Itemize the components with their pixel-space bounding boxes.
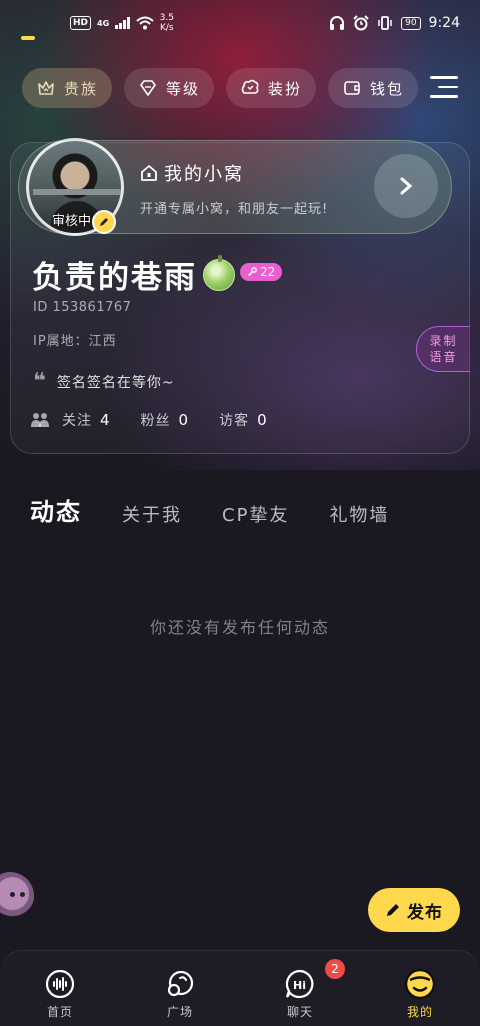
publish-button[interactable]: 发布: [368, 888, 460, 932]
record-voice-button[interactable]: 录制 语音: [416, 326, 470, 372]
crown-icon: [38, 81, 54, 95]
speed-unit: K/s: [160, 23, 174, 33]
empty-state-text: 你还没有发布任何动态: [149, 618, 330, 637]
nav-home[interactable]: 首页: [0, 951, 120, 1026]
fans-count[interactable]: 0: [179, 411, 190, 429]
content-tabs: 动态 关于我 CP挚友 礼物墙: [30, 492, 429, 527]
following-count[interactable]: 4: [100, 411, 111, 429]
level-badge[interactable]: 22: [240, 263, 283, 281]
chevron-right-icon: [400, 177, 413, 195]
username-row: 负责的巷雨: [32, 252, 235, 297]
visitors-label[interactable]: 访客: [219, 410, 249, 430]
alarm-icon: [353, 15, 369, 31]
bottom-nav: 首页 广场 Hi 2 聊天 我的: [0, 950, 480, 1026]
pencil-icon: [100, 218, 108, 226]
tab-about-me[interactable]: 关于我: [122, 501, 182, 527]
nobility-label: 贵族: [64, 79, 99, 98]
level-value: 22: [260, 265, 276, 279]
nest-title: 我的小窝: [164, 164, 244, 185]
melon-icon: [203, 254, 235, 291]
quote-icon: ❝: [33, 369, 47, 394]
review-status: 审核中: [52, 214, 92, 229]
nav-chat[interactable]: Hi 2 聊天: [240, 951, 360, 1026]
house-icon: [141, 165, 157, 181]
nest-title-row: 我的小窝: [140, 160, 244, 186]
menu-icon[interactable]: [430, 76, 458, 100]
network-speed: 3.5 K/s: [160, 13, 174, 33]
profile-face-icon: [403, 967, 437, 1001]
edit-avatar-button[interactable]: [92, 210, 116, 234]
chat-hi-icon: Hi 2: [283, 959, 345, 1001]
tab-cp-friends[interactable]: CP挚友: [222, 501, 289, 527]
nav-chat-label: 聊天: [286, 1005, 313, 1019]
fans-label[interactable]: 粉丝: [141, 410, 171, 430]
gem-icon: [140, 80, 156, 96]
dressup-label: 装扮: [268, 79, 303, 98]
ip-location: IP属地：江西: [33, 334, 117, 349]
top-nav: 贵族 等级 装扮 钱包: [22, 68, 419, 108]
nav-square[interactable]: 广场: [120, 951, 240, 1026]
headphones-icon: [330, 16, 345, 30]
signature-text: 签名签名在等你~: [56, 375, 175, 391]
user-id: ID 153861767: [33, 300, 132, 315]
tab-gift-wall[interactable]: 礼物墙: [329, 501, 389, 527]
visitors-count[interactable]: 0: [257, 411, 268, 429]
wallet-icon: [344, 81, 360, 95]
nav-home-label: 首页: [46, 1005, 73, 1019]
publish-label: 发布: [407, 902, 443, 923]
record-voice-label: 录制 语音: [429, 334, 458, 364]
nav-mine[interactable]: 我的: [360, 951, 480, 1026]
signature-row[interactable]: ❝ 签名签名在等你~: [33, 369, 175, 394]
wallet-button[interactable]: 钱包: [328, 68, 419, 108]
home-sound-icon: [43, 967, 77, 1001]
signal-icon: [115, 17, 130, 29]
clock: 9:24: [428, 15, 460, 31]
username: 负责的巷雨: [32, 260, 197, 296]
nav-square-label: 广场: [166, 1005, 193, 1019]
pencil-icon: [387, 904, 399, 916]
svg-text:Hi: Hi: [293, 979, 306, 992]
key-icon: [248, 267, 257, 276]
vibrate-icon: [378, 16, 392, 30]
chat-unread-badge: 2: [325, 959, 345, 979]
following-label[interactable]: 关注: [62, 410, 92, 430]
level-label: 等级: [166, 79, 201, 98]
wifi-icon: [135, 16, 154, 30]
network-type: 4G: [97, 18, 110, 28]
speed-value: 3.5: [159, 13, 174, 23]
people-icon: [31, 413, 49, 427]
wallet-label: 钱包: [370, 79, 405, 98]
status-bar: HD 4G 3.5 K/s 90 9:24: [0, 0, 480, 46]
level-button[interactable]: 等级: [124, 68, 215, 108]
nest-subtitle: 开通专属小窝，和朋友一起玩!: [140, 202, 329, 217]
stats-row: 关注 4 粉丝 0 访客 0: [30, 410, 298, 430]
mascot-float-icon[interactable]: [0, 872, 34, 920]
nest-enter-button[interactable]: [374, 154, 438, 218]
tab-moments[interactable]: 动态: [30, 492, 82, 527]
cloud-tag-icon: [241, 79, 259, 94]
battery-indicator: 90: [401, 16, 421, 30]
nav-mine-label: 我的: [406, 1005, 433, 1019]
planet-icon: [163, 967, 197, 1001]
dressup-button[interactable]: 装扮: [226, 68, 317, 108]
nobility-button[interactable]: 贵族: [22, 68, 113, 108]
active-tab-indicator: [21, 36, 35, 40]
hd-indicator: HD: [70, 16, 92, 30]
